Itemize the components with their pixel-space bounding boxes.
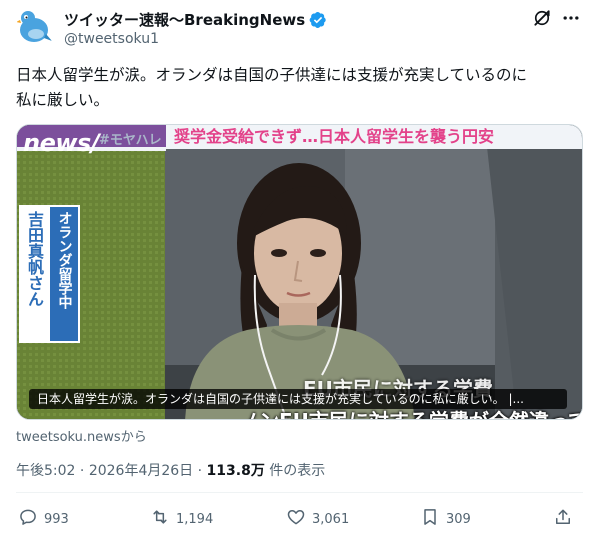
bookmark-count: 309 — [446, 511, 471, 527]
share-button[interactable] — [553, 505, 573, 533]
tweet-date[interactable]: 2026年4月26日 — [89, 463, 193, 479]
more-dots-icon[interactable] — [560, 7, 582, 29]
name-plate-line2: 吉田真帆さん — [25, 211, 44, 307]
tweet-text-line1: 日本人留学生が涙。オランダは自国の子供達には支援が充実しているのに — [16, 66, 528, 84]
name-plate: オランダ留学中 — [48, 205, 80, 343]
action-bar: 993 1,194 3,061 309 — [0, 505, 599, 533]
media-headline: 奨学金受給できず…日本人留学生を襲う円安 — [166, 125, 582, 149]
name-plate-line1: オランダ留学中 — [56, 211, 73, 309]
user-handle[interactable]: @tweetsoku1 — [64, 31, 159, 47]
news-logo: news/ — [23, 129, 100, 157]
share-icon — [553, 507, 573, 531]
source-link[interactable]: tweetsoku.newsから — [16, 426, 147, 445]
tweet-meta: 午後5:02 · 2026年4月26日 · 113.8万 件の表示 — [16, 460, 325, 480]
name-plate-name: 吉田真帆さん — [19, 205, 49, 343]
bird-avatar-icon[interactable] — [16, 8, 56, 48]
media-hashtag: #モヤハレ — [99, 133, 162, 148]
verified-badge-icon — [309, 11, 327, 29]
retweet-icon — [150, 507, 170, 531]
retweet-button[interactable]: 1,194 — [150, 505, 213, 533]
meta-separator: · — [75, 463, 89, 479]
view-count: 113.8万 — [206, 463, 265, 479]
media-card[interactable]: news/ #モヤハレ 奨学金受給できず…日本人留学生を襲う円安 オランダ留学中… — [16, 124, 583, 420]
divider — [16, 492, 583, 493]
reply-icon — [18, 507, 38, 531]
like-button[interactable]: 3,061 — [286, 505, 349, 533]
bookmark-button[interactable]: 309 — [420, 505, 471, 533]
grok-icon[interactable] — [531, 7, 553, 29]
retweet-count: 1,194 — [176, 511, 214, 527]
like-count: 3,061 — [312, 511, 350, 527]
link-card-caption[interactable]: 日本人留学生が涙。オランダは自国の子供達には支援が充実しているのに私に厳しい。 … — [29, 389, 567, 409]
tweet-time[interactable]: 午後5:02 — [16, 463, 75, 479]
reply-button[interactable]: 993 — [18, 505, 69, 533]
video-thumbnail-image — [17, 125, 582, 419]
bookmark-icon — [420, 507, 440, 531]
view-label: 件の表示 — [264, 463, 326, 479]
heart-icon — [286, 507, 306, 531]
reply-count: 993 — [44, 511, 69, 527]
tweet-text-line2: 私に厳しい。 — [16, 91, 110, 109]
display-name[interactable]: ツイッター速報〜BreakingNews — [64, 9, 305, 30]
tweet-text: 日本人留学生が涙。オランダは自国の子供達には支援が充実しているのに 私に厳しい。 — [16, 63, 586, 113]
meta-separator-2: · — [193, 463, 207, 479]
tweet-header: ツイッター速報〜BreakingNews @tweetsoku1 — [0, 0, 599, 60]
